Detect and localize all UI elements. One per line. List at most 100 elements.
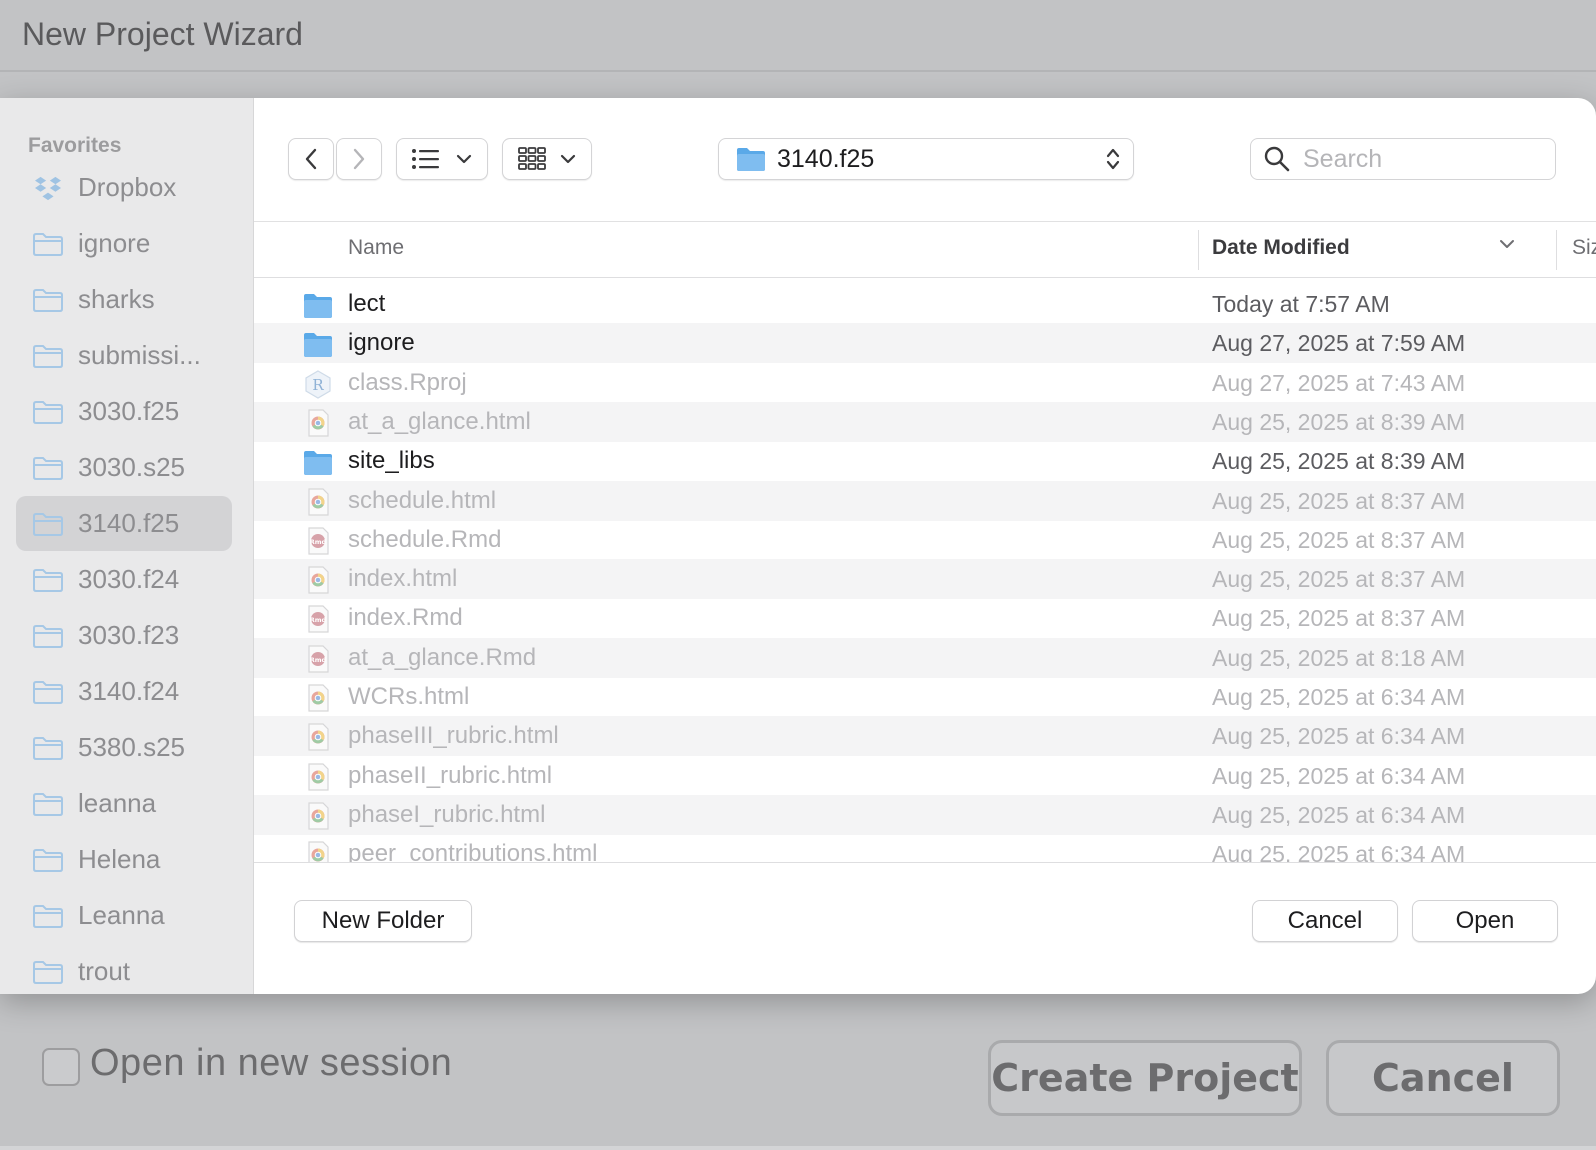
sidebar-item-label: 3140.f25 bbox=[78, 508, 180, 538]
new-folder-button[interactable]: New Folder bbox=[294, 900, 472, 942]
group-view-menu-button[interactable] bbox=[502, 138, 592, 180]
open-file-dialog: Favorites Dropbox ignore sharks submissi...… bbox=[0, 98, 1596, 994]
list-view-icon bbox=[412, 149, 439, 169]
search-field[interactable] bbox=[1250, 138, 1556, 180]
grid-view-icon bbox=[518, 147, 546, 170]
folder-icon bbox=[33, 568, 63, 592]
sidebar-item-3140-f24[interactable]: 3140.f24 bbox=[16, 664, 232, 719]
sidebar-item-dropbox[interactable]: Dropbox bbox=[16, 160, 232, 215]
folder-icon bbox=[33, 736, 63, 760]
sidebar-item-3030-f24[interactable]: 3030.f24 bbox=[16, 552, 232, 607]
sidebar-item-leanna[interactable]: Leanna bbox=[16, 888, 232, 943]
html-file-icon bbox=[308, 566, 329, 594]
open-in-new-session-label: Open in new session bbox=[90, 1042, 453, 1084]
back-button[interactable] bbox=[288, 138, 334, 180]
sidebar-item-label: 5380.s25 bbox=[78, 732, 185, 762]
file-row[interactable]: Rclass.Rproj Aug 27, 2025 at 7:43 AM bbox=[254, 363, 1596, 403]
rproj-file-icon: R bbox=[305, 369, 331, 399]
column-divider[interactable] bbox=[1198, 230, 1199, 270]
sidebar-item-trout[interactable]: trout bbox=[16, 944, 232, 994]
sidebar-item-3030-f23[interactable]: 3030.f23 bbox=[16, 608, 232, 663]
file-row[interactable]: schedule.html Aug 25, 2025 at 8:37 AM bbox=[254, 480, 1596, 521]
file-row[interactable]: phaseIII_rubric.html Aug 25, 2025 at 6:34… bbox=[254, 716, 1596, 757]
html-file-icon bbox=[308, 487, 329, 516]
file-row[interactable]: phaseII_rubric.html Aug 25, 2025 at 6:34 … bbox=[254, 756, 1596, 796]
file-date-modified: Aug 25, 2025 at 6:34 AM bbox=[1212, 801, 1466, 828]
chevron-down-icon bbox=[560, 154, 576, 164]
sidebar-item-3030-s25[interactable]: 3030.s25 bbox=[16, 440, 232, 495]
folder-icon bbox=[304, 294, 332, 318]
column-header-size[interactable]: Siz bbox=[1572, 236, 1596, 260]
file-row[interactable]: WCRs.html Aug 25, 2025 at 6:34 AM bbox=[254, 677, 1596, 717]
sidebar-heading-favorites: Favorites bbox=[28, 134, 122, 157]
forward-button[interactable] bbox=[336, 138, 382, 180]
file-name: phaseIII_rubric.html bbox=[348, 722, 559, 750]
rmd-file-icon: Rmd bbox=[308, 527, 329, 555]
column-header-name[interactable]: Name bbox=[348, 236, 404, 260]
column-divider[interactable] bbox=[1556, 230, 1557, 270]
sidebar-item-3030-f25[interactable]: 3030.f25 bbox=[16, 384, 232, 439]
sidebar-item-label: Leanna bbox=[78, 900, 165, 930]
sidebar-item-label: submissi... bbox=[78, 340, 201, 370]
file-row[interactable]: Rmd index.Rmd Aug 25, 2025 at 8:37 AM bbox=[254, 598, 1596, 638]
file-date-modified: Aug 25, 2025 at 8:37 AM bbox=[1212, 487, 1466, 514]
sidebar-item-label: 3030.f25 bbox=[78, 396, 180, 426]
file-row[interactable]: lect Today at 7:57 AM bbox=[254, 284, 1596, 324]
file-row[interactable]: ignore Aug 27, 2025 at 7:59 AM bbox=[254, 323, 1596, 364]
file-date-modified: Aug 25, 2025 at 6:34 AM bbox=[1212, 723, 1466, 750]
file-date-modified: Today at 7:57 AM bbox=[1212, 291, 1390, 317]
file-name: index.html bbox=[348, 565, 458, 593]
file-list-header: Name Date Modified Siz bbox=[254, 222, 1596, 278]
file-date-modified: Aug 25, 2025 at 8:39 AM bbox=[1212, 448, 1466, 475]
folder-icon bbox=[304, 451, 332, 476]
wizard-cancel-button[interactable]: Cancel bbox=[1326, 1040, 1560, 1116]
file-date-modified: Aug 25, 2025 at 8:18 AM bbox=[1212, 644, 1466, 671]
file-date-modified: Aug 25, 2025 at 6:34 AM bbox=[1212, 841, 1466, 862]
file-row[interactable]: peer_contributions.html Aug 25, 2025 at 6… bbox=[254, 834, 1596, 862]
folder-icon bbox=[33, 232, 63, 256]
wizard-titlebar: New Project Wizard bbox=[0, 0, 1596, 72]
sidebar-item-ignore[interactable]: ignore bbox=[16, 216, 232, 271]
search-input[interactable] bbox=[1303, 144, 1543, 174]
folder-icon bbox=[33, 288, 63, 312]
sidebar-item-3140-f25[interactable]: 3140.f25 bbox=[16, 496, 232, 551]
create-project-button[interactable]: Create Project bbox=[988, 1040, 1302, 1116]
search-icon bbox=[1264, 146, 1290, 172]
file-list[interactable]: lect Today at 7:57 AM ignore Aug 27, 2025 a… bbox=[254, 284, 1596, 862]
cancel-button[interactable]: Cancel bbox=[1252, 900, 1398, 942]
file-name: lect bbox=[348, 290, 386, 317]
sidebar-item-helena[interactable]: Helena bbox=[16, 832, 232, 887]
file-row[interactable]: site_libs Aug 25, 2025 at 8:39 AM bbox=[254, 441, 1596, 481]
sidebar: Favorites Dropbox ignore sharks submissi...… bbox=[0, 98, 254, 994]
sidebar-item-label: ignore bbox=[78, 228, 151, 258]
file-name: class.Rproj bbox=[348, 368, 467, 396]
rmd-file-icon: Rmd bbox=[308, 645, 329, 673]
file-row[interactable]: Rmd schedule.Rmd Aug 25, 2025 at 8:37 AM bbox=[254, 520, 1596, 560]
toolbar: 3140.f25 bbox=[254, 98, 1596, 222]
sidebar-item-label: 3030.s25 bbox=[78, 452, 185, 482]
sidebar-item-leanna[interactable]: leanna bbox=[16, 776, 232, 831]
list-view-menu-button[interactable] bbox=[396, 138, 488, 180]
sidebar-item-5380-s25[interactable]: 5380.s25 bbox=[16, 720, 232, 775]
open-button[interactable]: Open bbox=[1412, 900, 1558, 942]
file-name: schedule.Rmd bbox=[348, 525, 502, 553]
file-row[interactable]: at_a_glance.html Aug 25, 2025 at 8:39 AM bbox=[254, 401, 1596, 442]
file-date-modified: Aug 25, 2025 at 8:39 AM bbox=[1212, 408, 1466, 435]
file-row[interactable]: phaseI_rubric.html Aug 25, 2025 at 6:34 A… bbox=[254, 794, 1596, 835]
chevron-left-icon bbox=[305, 148, 317, 170]
file-row[interactable]: Rmd at_a_glance.Rmd Aug 25, 2025 at 8:18 A… bbox=[254, 637, 1596, 678]
dropbox-icon bbox=[35, 176, 61, 200]
file-row[interactable]: index.html Aug 25, 2025 at 8:37 AM bbox=[254, 559, 1596, 600]
folder-icon bbox=[33, 512, 63, 536]
column-header-date-modified[interactable]: Date Modified bbox=[1212, 236, 1350, 260]
wizard-bottom-border bbox=[0, 1146, 1596, 1150]
open-in-new-session-checkbox[interactable] bbox=[42, 1048, 80, 1086]
html-file-icon bbox=[308, 841, 329, 862]
sidebar-item-label: 3140.f24 bbox=[78, 676, 180, 706]
html-file-icon bbox=[308, 684, 329, 712]
file-name: site_libs bbox=[348, 447, 435, 475]
current-folder-popup[interactable]: 3140.f25 bbox=[718, 138, 1134, 180]
file-date-modified: Aug 25, 2025 at 6:34 AM bbox=[1212, 762, 1466, 789]
sidebar-item-sharks[interactable]: sharks bbox=[16, 272, 232, 327]
sidebar-item-submissi-[interactable]: submissi... bbox=[16, 328, 232, 383]
